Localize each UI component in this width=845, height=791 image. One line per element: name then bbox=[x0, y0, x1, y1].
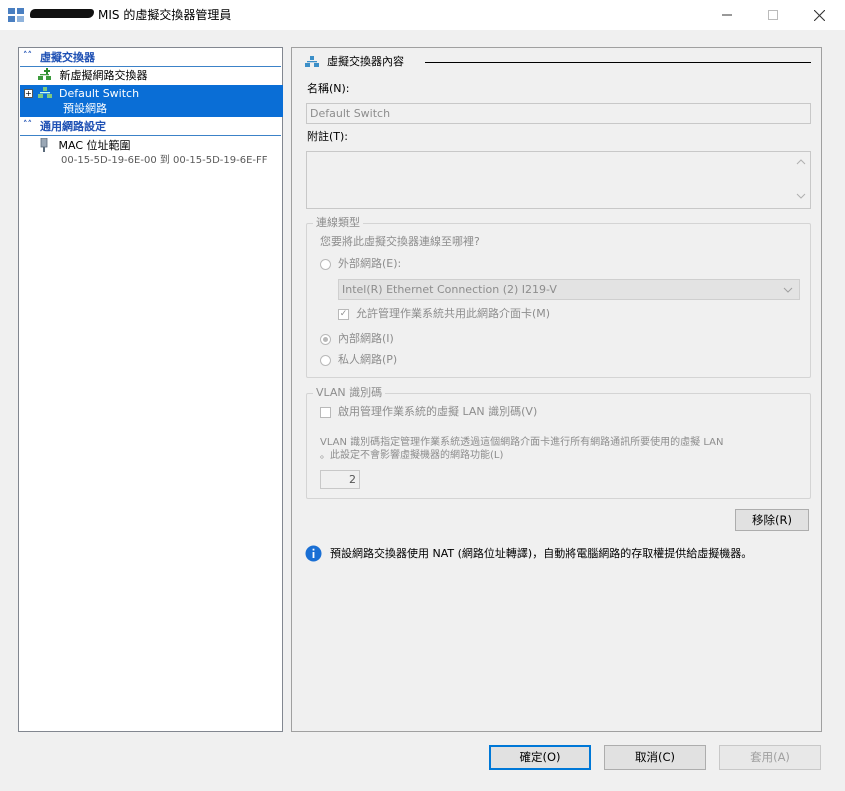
window-title: MIS 的虛擬交換器管理員 bbox=[98, 8, 232, 22]
redacted-title-segment bbox=[30, 9, 94, 18]
name-field[interactable]: Default Switch bbox=[306, 103, 811, 124]
scroll-down-icon[interactable] bbox=[796, 193, 806, 199]
tree-item-default-switch[interactable]: + Default Switch 預設網路 bbox=[20, 85, 283, 117]
vlan-description-line1: VLAN 識別碼指定管理作業系統透過這個網路介面卡進行所有網路通訊所要使用的虛擬… bbox=[320, 437, 724, 448]
chevron-down-icon bbox=[783, 287, 793, 293]
vlan-group: VLAN 識別碼 啟用管理作業系統的虛擬 LAN 識別碼(V) VLAN 識別碼… bbox=[306, 386, 811, 499]
tree-item-new-switch[interactable]: 新虛擬網路交換器 bbox=[37, 68, 148, 83]
network-adapter-dropdown[interactable]: Intel(R) Ethernet Connection (2) I219-V bbox=[338, 279, 800, 300]
section-divider bbox=[425, 62, 811, 63]
title-bar: MIS 的虛擬交換器管理員 bbox=[0, 0, 845, 30]
tree-header-switches-label: 虛擬交換器 bbox=[40, 51, 95, 64]
external-network-label: 外部網路(E): bbox=[338, 257, 402, 270]
maximize-icon bbox=[768, 10, 778, 20]
minimize-button[interactable] bbox=[704, 0, 750, 30]
name-label: 名稱(N): bbox=[307, 82, 350, 95]
notes-label: 附註(T): bbox=[307, 130, 349, 143]
mac-range-label: MAC 位址範圍 bbox=[58, 139, 131, 152]
tree-header-switches[interactable]: ˄˄ 虛擬交換器 bbox=[20, 50, 281, 67]
network-switch-icon bbox=[38, 87, 52, 98]
cancel-button[interactable]: 取消(C) bbox=[604, 745, 706, 770]
default-switch-label: Default Switch bbox=[59, 87, 140, 100]
private-network-radio[interactable] bbox=[320, 355, 331, 366]
allow-management-os-checkbox[interactable]: ✓ bbox=[338, 309, 349, 320]
switch-tree[interactable]: ˄˄ 虛擬交換器 新虛擬網路交換器 + Default Switch 預設網路 … bbox=[18, 47, 283, 732]
tree-header-global[interactable]: ˄˄ 通用網路設定 bbox=[20, 119, 281, 136]
connection-type-group: 連線類型 您要將此虛擬交換器連線至哪裡? 外部網路(E): Intel(R) E… bbox=[306, 216, 811, 378]
network-switch-icon bbox=[305, 56, 319, 67]
external-network-radio[interactable] bbox=[320, 259, 331, 270]
vlan-id-value: 2 bbox=[349, 473, 356, 486]
tree-header-global-label: 通用網路設定 bbox=[40, 120, 106, 133]
name-value: Default Switch bbox=[310, 107, 391, 120]
collapse-chevron-icon[interactable]: ˄˄ bbox=[23, 51, 32, 61]
switch-properties-pane: 虛擬交換器內容 名稱(N): Default Switch 附註(T): 連線類… bbox=[291, 47, 822, 732]
connection-type-title: 連線類型 bbox=[313, 216, 363, 230]
apply-button[interactable]: 套用(A) bbox=[719, 745, 821, 770]
expand-icon[interactable]: + bbox=[24, 89, 33, 98]
vlan-enable-checkbox[interactable] bbox=[320, 407, 331, 418]
private-network-label: 私人網路(P) bbox=[338, 353, 398, 366]
collapse-chevron-icon[interactable]: ˄˄ bbox=[23, 120, 32, 130]
connection-question: 您要將此虛擬交換器連線至哪裡? bbox=[320, 235, 480, 248]
section-title: 虛擬交換器內容 bbox=[327, 55, 404, 68]
allow-management-os-label: 允許管理作業系統共用此網路介面卡(M) bbox=[356, 307, 551, 320]
info-message: 預設網路交換器使用 NAT (網路位址轉譯)，自動將電腦網路的存取權提供給虛擬機… bbox=[330, 547, 753, 560]
switch-manager-app-icon bbox=[8, 8, 24, 22]
network-adapter-value: Intel(R) Ethernet Connection (2) I219-V bbox=[342, 283, 557, 296]
maximize-button bbox=[750, 0, 796, 30]
new-switch-label: 新虛擬網路交換器 bbox=[59, 69, 148, 82]
notes-field[interactable] bbox=[306, 151, 811, 209]
vlan-group-title: VLAN 識別碼 bbox=[313, 386, 386, 400]
vlan-enable-label: 啟用管理作業系統的虛擬 LAN 識別碼(V) bbox=[338, 405, 538, 418]
default-switch-sublabel: 預設網路 bbox=[63, 102, 107, 115]
network-adapter-icon bbox=[40, 137, 48, 152]
close-icon bbox=[813, 9, 825, 21]
add-network-icon bbox=[38, 68, 51, 80]
mac-range-value: 00-15-5D-19-6E-00 到 00-15-5D-19-6E-FF bbox=[61, 155, 268, 166]
internal-network-label: 內部網路(I) bbox=[338, 332, 394, 345]
info-icon bbox=[305, 545, 322, 562]
vlan-id-field[interactable]: 2 bbox=[320, 470, 360, 489]
ok-button[interactable]: 確定(O) bbox=[489, 745, 591, 770]
scroll-up-icon[interactable] bbox=[796, 159, 806, 165]
tree-item-mac-range[interactable]: MAC 位址範圍 bbox=[39, 137, 131, 153]
close-button[interactable] bbox=[796, 0, 842, 30]
vlan-description-line2: 。此設定不會影響虛擬機器的網路功能(L) bbox=[320, 450, 504, 461]
notes-scrollbar[interactable] bbox=[794, 155, 808, 205]
minimize-icon bbox=[722, 14, 732, 16]
internal-network-radio[interactable] bbox=[320, 334, 331, 345]
remove-button[interactable]: 移除(R) bbox=[735, 509, 809, 531]
